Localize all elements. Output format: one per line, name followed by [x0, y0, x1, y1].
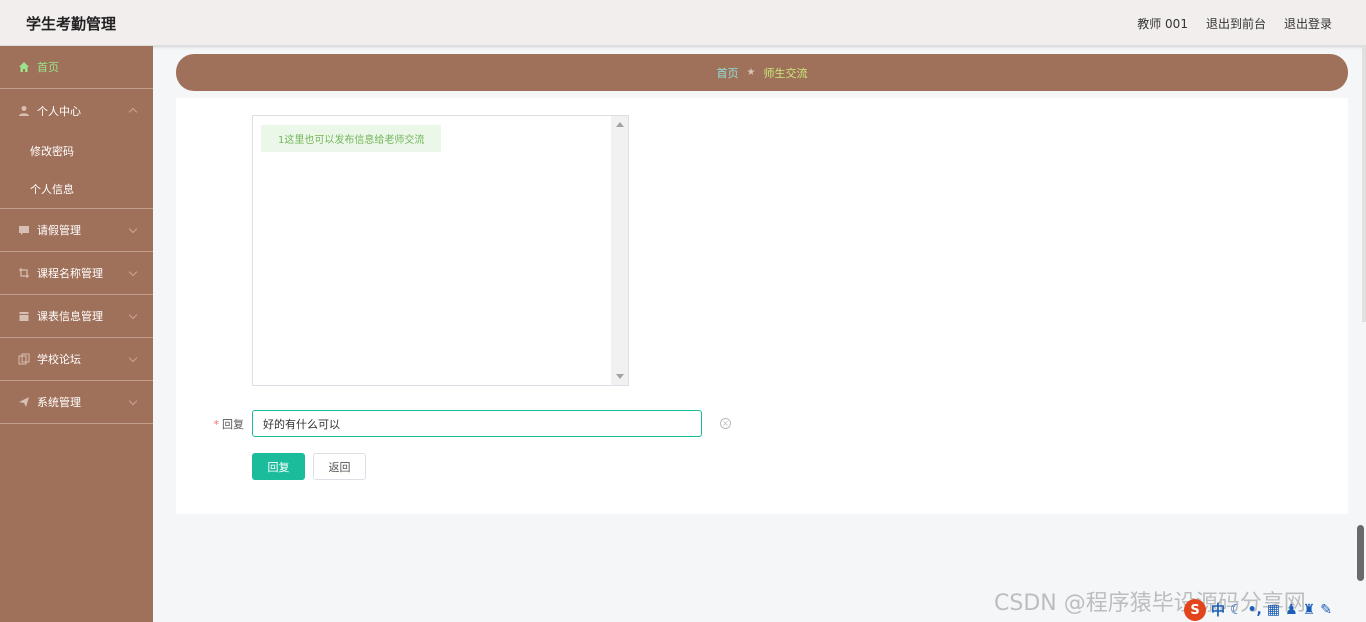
calendar-icon [18, 310, 30, 322]
exit-to-front-link[interactable]: 退出到前台 [1206, 15, 1266, 32]
sidebar-subitem-change-password[interactable]: 修改密码 [0, 132, 153, 170]
sidebar-item-home[interactable]: 首页 [0, 46, 153, 89]
scroll-up-icon[interactable] [616, 122, 624, 127]
logout-link[interactable]: 退出登录 [1284, 15, 1332, 32]
chat-scrollbar[interactable] [611, 116, 628, 385]
sidebar-item-leave[interactable]: 请假管理 [0, 209, 153, 252]
content-card: 1这里也可以发布信息给老师交流 *回复 × 回复 返回 [176, 98, 1348, 514]
keyboard-icon[interactable]: ▦ [1267, 602, 1280, 618]
back-button[interactable]: 返回 [313, 453, 366, 480]
reply-input[interactable] [252, 410, 702, 437]
sidebar-item-label: 请假管理 [37, 224, 81, 237]
sidebar-item-label: 学校论坛 [37, 353, 81, 366]
scroll-down-icon[interactable] [616, 374, 624, 379]
page-scrollbar-thumb[interactable] [1357, 525, 1364, 581]
sidebar-item-timetable[interactable]: 课表信息管理 [0, 295, 153, 338]
chevron-down-icon [128, 353, 138, 363]
ime-mode-indicator[interactable]: 中 [1211, 600, 1225, 620]
moon-icon[interactable]: ☾ [1230, 602, 1243, 618]
top-bar: 学生考勤管理 教师 001 退出到前台 退出登录 [0, 0, 1366, 46]
breadcrumb: 首页 ★ 师生交流 [176, 54, 1348, 91]
sidebar-item-label: 个人中心 [37, 104, 81, 118]
user-icon [18, 105, 30, 117]
sidebar: 首页 个人中心 修改密码 个人信息 请假管理 课程名称管理 课表信息管理 学校论… [0, 46, 153, 622]
sidebar-item-label: 首页 [37, 61, 59, 74]
reply-label-text: 回复 [222, 417, 244, 431]
home-icon [18, 61, 30, 73]
sidebar-subitem-personal-info[interactable]: 个人信息 [0, 170, 153, 208]
clear-input-icon[interactable]: × [720, 418, 731, 429]
chat-message: 1这里也可以发布信息给老师交流 [261, 125, 442, 152]
send-icon [18, 396, 30, 408]
ime-toolbar[interactable]: S 中 ☾ •, ▦ ♟ ♜ ✎ [1182, 598, 1366, 622]
top-actions: 教师 001 退出到前台 退出登录 [1137, 15, 1332, 32]
chevron-down-icon [128, 224, 138, 234]
current-user: 教师 001 [1137, 17, 1188, 31]
message-icon [18, 224, 30, 236]
breadcrumb-separator-icon: ★ [746, 67, 756, 78]
chevron-down-icon [128, 396, 138, 406]
sidebar-item-label: 课表信息管理 [37, 310, 103, 323]
person-icon[interactable]: ♟ [1285, 602, 1298, 618]
shirt-icon[interactable]: ♜ [1303, 602, 1316, 618]
sidebar-group-personal: 个人中心 修改密码 个人信息 [0, 89, 153, 209]
chevron-down-icon [128, 310, 138, 320]
sidebar-item-course-names[interactable]: 课程名称管理 [0, 252, 153, 295]
breadcrumb-current: 师生交流 [763, 66, 808, 80]
sidebar-item-system[interactable]: 系统管理 [0, 381, 153, 424]
crop-icon [18, 267, 30, 279]
wrench-icon[interactable]: ✎ [1320, 602, 1332, 618]
punctuation-icon[interactable]: •, [1248, 602, 1262, 618]
sidebar-item-label: 系统管理 [37, 396, 81, 409]
chevron-down-icon [128, 267, 138, 277]
sidebar-item-label: 课程名称管理 [37, 267, 103, 280]
page-scrollbar-track[interactable] [1362, 46, 1366, 322]
chevron-up-icon [128, 107, 138, 117]
chat-history-box[interactable]: 1这里也可以发布信息给老师交流 [252, 115, 629, 386]
required-mark: * [213, 417, 220, 431]
sidebar-item-personal[interactable]: 个人中心 [0, 89, 153, 132]
reply-submit-button[interactable]: 回复 [252, 453, 305, 480]
app-title: 学生考勤管理 [26, 15, 117, 33]
reply-label: * 回复 [212, 416, 252, 432]
reply-form-row: *回复 × [212, 410, 731, 437]
breadcrumb-home-link[interactable]: 首页 [717, 65, 739, 81]
ime-logo-icon[interactable]: S [1184, 599, 1206, 621]
sidebar-item-forum[interactable]: 学校论坛 [0, 338, 153, 381]
copy-icon [18, 353, 30, 365]
